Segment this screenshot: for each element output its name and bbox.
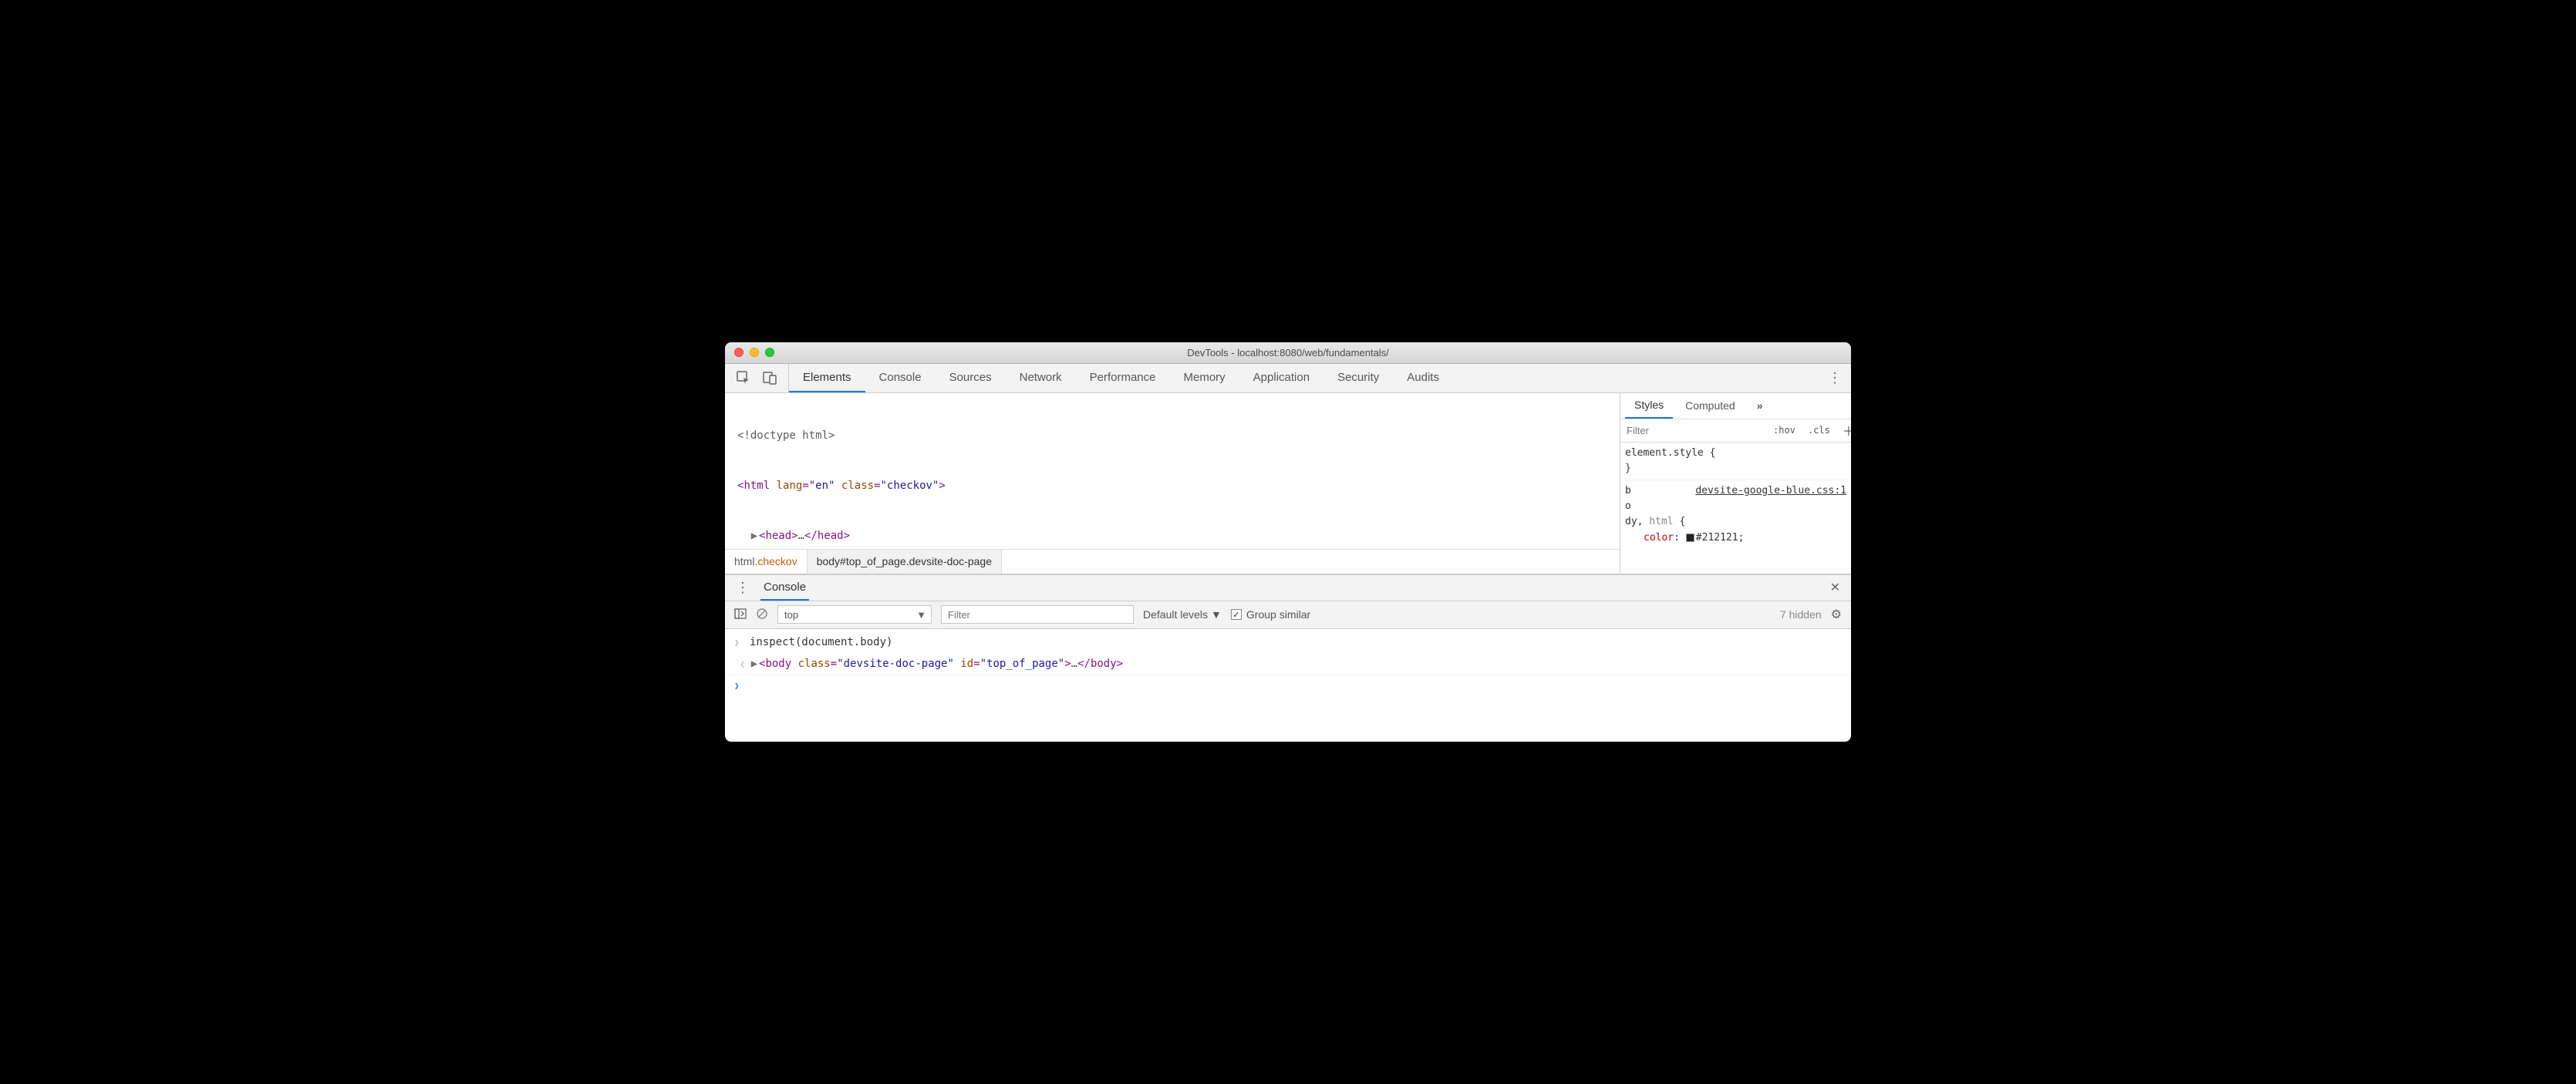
tab-console[interactable]: Console [865,364,936,392]
hidden-count: 7 hidden [1780,608,1822,621]
tab-memory[interactable]: Memory [1170,364,1239,392]
prompt-chevron-icon: ❯ [734,679,745,694]
main-toolbar: Elements Console Sources Network Perform… [725,364,1851,393]
return-icon: ❯ [734,658,745,672]
console-input-row[interactable]: ❯ inspect(document.body) [725,632,1851,654]
tab-audits[interactable]: Audits [1393,364,1453,392]
tab-security[interactable]: Security [1323,364,1393,392]
dom-line-doctype[interactable]: <!doctype html> [725,428,1620,445]
breadcrumb-html[interactable]: html.checkov [725,550,808,574]
more-options-icon[interactable]: ⋮ [1828,370,1842,386]
console-settings-icon[interactable]: ⚙ [1831,607,1842,622]
styles-tabs: Styles Computed » [1620,393,1851,419]
console-filter-input[interactable] [941,605,1134,624]
zoom-window-button[interactable] [765,348,774,357]
rule-body-html[interactable]: b devsite-google-blue.css:1 o dy, html {… [1625,480,1846,546]
styles-sidebar: Styles Computed » :hov .cls ＋ element.st… [1620,393,1851,574]
styles-tab-computed[interactable]: Computed [1676,393,1745,419]
console-toolbar: top ▼ Default levels ▼ ✓ Group similar 7… [725,601,1851,629]
toggle-cls-button[interactable]: .cls [1805,425,1833,436]
tab-elements[interactable]: Elements [789,364,865,392]
styles-filter-input[interactable] [1625,424,1764,437]
tab-network[interactable]: Network [1006,364,1076,392]
console-prompt-row[interactable]: ❯ [725,675,1851,695]
styles-tab-more[interactable]: » [1748,393,1772,419]
console-drawer-header: ⋮ Console ✕ [725,575,1851,601]
devtools-window: DevTools - localhost:8080/web/fundamenta… [725,342,1851,742]
log-levels-select[interactable]: Default levels ▼ [1143,608,1222,621]
chevron-down-icon: ▼ [1211,608,1222,621]
dom-line-html[interactable]: <html lang="en" class="checkov"> [725,478,1620,495]
device-toggle-icon[interactable] [762,370,777,385]
dom-tree-panel: <!doctype html> <html lang="en" class="c… [725,393,1620,574]
styles-rules[interactable]: element.style { } b devsite-google-blue.… [1620,443,1851,574]
console-drawer: ⋮ Console ✕ top ▼ Default levels ▼ ✓ Gro… [725,574,1851,742]
new-rule-button[interactable]: ＋ [1839,421,1851,439]
show-console-sidebar-icon[interactable] [734,608,747,622]
toggle-hov-button[interactable]: :hov [1770,425,1799,436]
chevron-down-icon: ▼ [916,609,926,621]
traffic-lights [725,348,774,357]
console-output[interactable]: ❯ inspect(document.body) ❯ ▶<body class=… [725,629,1851,742]
styles-filterbar: :hov .cls ＋ [1620,419,1851,443]
inspect-element-icon[interactable] [736,370,751,385]
breadcrumb-body[interactable]: body#top_of_page.devsite-doc-page [808,550,1002,574]
tab-application[interactable]: Application [1239,364,1323,392]
dom-tree[interactable]: <!doctype html> <html lang="en" class="c… [725,393,1620,549]
window-title: DevTools - localhost:8080/web/fundamenta… [725,347,1851,359]
rule-element-style[interactable]: element.style { } [1625,446,1846,476]
drawer-tab-console[interactable]: Console [760,575,809,601]
clear-console-icon[interactable] [756,608,768,622]
close-window-button[interactable] [734,348,743,357]
tab-performance[interactable]: Performance [1076,364,1170,392]
elements-panel: <!doctype html> <html lang="en" class="c… [725,393,1851,574]
console-result-row[interactable]: ❯ ▶<body class="devsite-doc-page" id="to… [725,654,1851,676]
input-chevron-icon: ❯ [734,636,745,651]
dom-line-head[interactable]: ▶<head>…</head> [725,528,1620,545]
close-drawer-icon[interactable]: ✕ [1830,580,1840,595]
color-swatch[interactable] [1686,534,1694,542]
drawer-more-icon[interactable]: ⋮ [725,580,760,596]
context-select[interactable]: top ▼ [777,605,932,624]
tab-sources[interactable]: Sources [936,364,1006,392]
group-similar-checkbox[interactable]: ✓ Group similar [1231,608,1310,621]
minimize-window-button[interactable] [750,348,759,357]
titlebar: DevTools - localhost:8080/web/fundamenta… [725,342,1851,364]
stylesheet-link[interactable]: devsite-google-blue.css:1 [1695,483,1846,499]
breadcrumb: html.checkov body#top_of_page.devsite-do… [725,549,1620,574]
panel-tabs: Elements Console Sources Network Perform… [789,364,1453,392]
styles-tab-styles[interactable]: Styles [1625,393,1673,419]
